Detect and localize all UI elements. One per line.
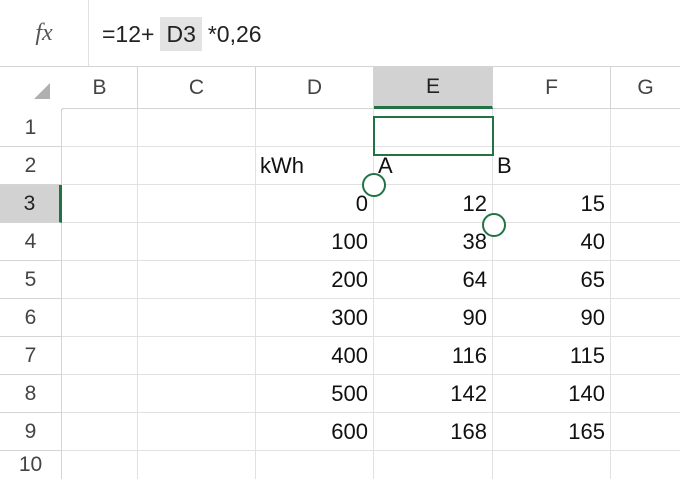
cell-d9[interactable]: 600 (256, 413, 374, 451)
cell-e9[interactable]: 168 (374, 413, 493, 451)
cell-e7[interactable]: 116 (374, 337, 493, 375)
spreadsheet-grid: B C D E F G 1 2 3 4 5 6 7 8 9 10 kWh A B… (0, 67, 680, 479)
selection-handle-top-left[interactable] (362, 173, 386, 197)
row-header-6[interactable]: 6 (0, 299, 62, 337)
select-all-button[interactable] (0, 67, 63, 110)
cell-d2[interactable]: kWh (256, 147, 374, 185)
formula-prefix: =12+ (102, 20, 155, 47)
fx-icon[interactable]: fx (0, 0, 89, 66)
row-header-10[interactable]: 10 (0, 451, 62, 479)
cell-d5[interactable]: 200 (256, 261, 374, 299)
cell-d3[interactable]: 0 (256, 185, 374, 223)
column-header-e[interactable]: E (374, 67, 493, 109)
row-header-4[interactable]: 4 (0, 223, 62, 261)
row-header-3[interactable]: 3 (0, 185, 62, 223)
cell-e4[interactable]: 38 (374, 223, 493, 261)
row-header-8[interactable]: 8 (0, 375, 62, 413)
cell-e6[interactable]: 90 (374, 299, 493, 337)
cell-f5[interactable]: 65 (493, 261, 611, 299)
cell-f8[interactable]: 140 (493, 375, 611, 413)
cell-e8[interactable]: 142 (374, 375, 493, 413)
cell-d8[interactable]: 500 (256, 375, 374, 413)
cell-f4[interactable]: 40 (493, 223, 611, 261)
gridline (137, 109, 138, 479)
row-header-9[interactable]: 9 (0, 413, 62, 451)
cell-f2[interactable]: B (493, 147, 611, 185)
column-header-b[interactable]: B (62, 67, 138, 109)
selected-cell-border (373, 116, 494, 156)
cell-e3[interactable]: 12 (374, 185, 493, 223)
row-header-5[interactable]: 5 (0, 261, 62, 299)
cell-d7[interactable]: 400 (256, 337, 374, 375)
cell-e5[interactable]: 64 (374, 261, 493, 299)
cell-f9[interactable]: 165 (493, 413, 611, 451)
select-all-triangle-icon (34, 83, 50, 99)
cell-f7[interactable]: 115 (493, 337, 611, 375)
cell-d4[interactable]: 100 (256, 223, 374, 261)
column-header-f[interactable]: F (493, 67, 611, 109)
column-header-g[interactable]: G (611, 67, 680, 109)
row-header-1[interactable]: 1 (0, 109, 62, 147)
cell-d6[interactable]: 300 (256, 299, 374, 337)
formula-bar: fx =12+ D3 *0,26 (0, 0, 680, 67)
row-header-7[interactable]: 7 (0, 337, 62, 375)
formula-reference: D3 (160, 17, 202, 51)
cell-f6[interactable]: 90 (493, 299, 611, 337)
column-header-c[interactable]: C (138, 67, 256, 109)
column-header-d[interactable]: D (256, 67, 374, 109)
formula-input[interactable]: =12+ D3 *0,26 (102, 17, 262, 51)
row-header-2[interactable]: 2 (0, 147, 62, 185)
selection-handle-bottom-right[interactable] (482, 213, 506, 237)
cell-f3[interactable]: 15 (493, 185, 611, 223)
formula-suffix: *0,26 (207, 20, 262, 47)
